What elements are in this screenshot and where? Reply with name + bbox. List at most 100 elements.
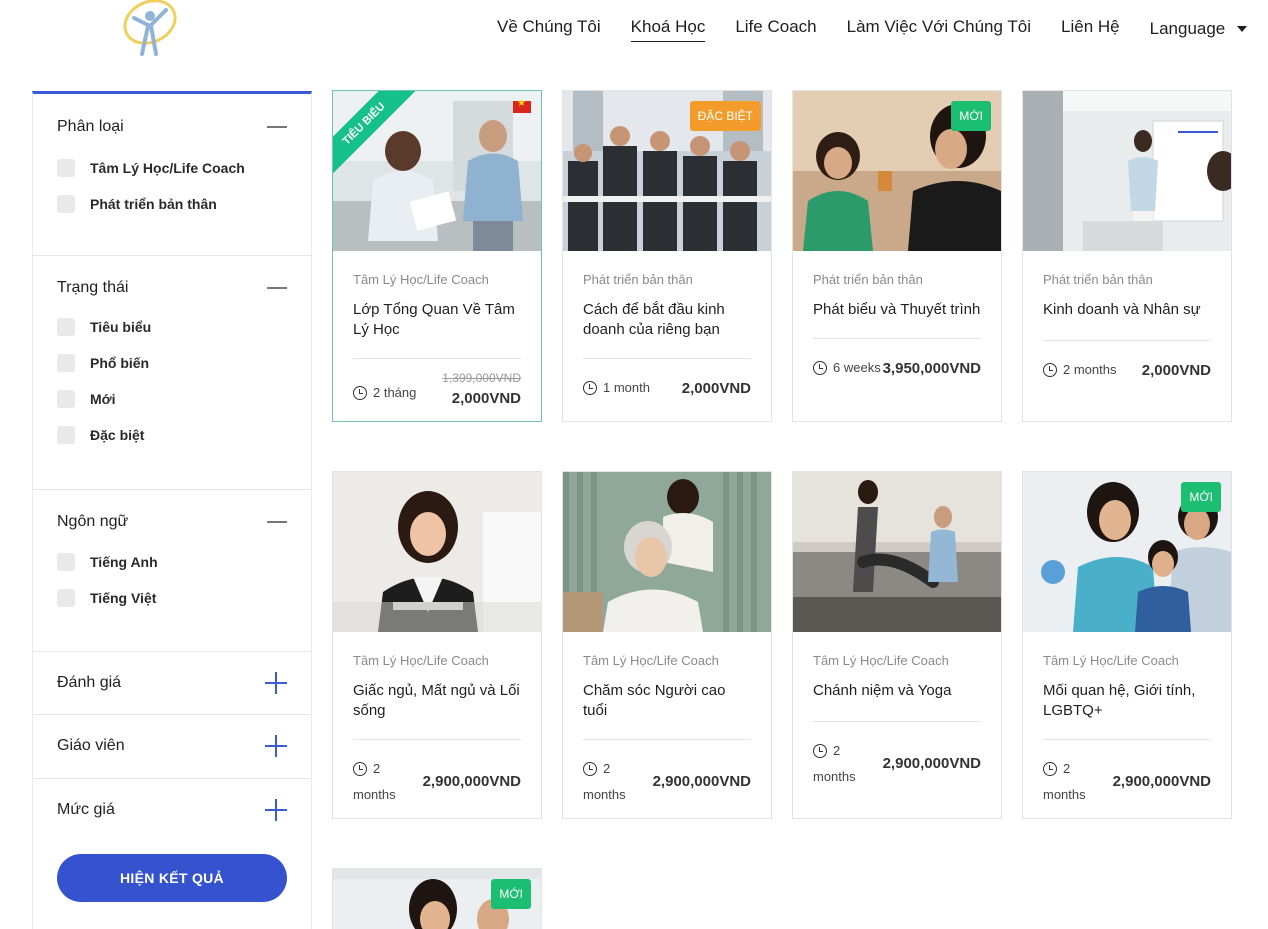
checkbox[interactable] xyxy=(57,553,75,571)
filter-category-title[interactable]: Phân loại xyxy=(57,118,124,136)
clock-icon xyxy=(353,386,367,400)
course-image[interactable] xyxy=(333,472,541,632)
course-price: 2,900,000VND xyxy=(652,773,751,790)
collapse-minus-icon[interactable] xyxy=(267,287,287,289)
filter-option[interactable]: Mới xyxy=(57,381,151,417)
course-duration-unit: months xyxy=(813,769,856,784)
nav-life-coach[interactable]: Life Coach xyxy=(735,16,816,42)
checkbox[interactable] xyxy=(57,195,75,213)
language-dropdown[interactable]: Language xyxy=(1150,16,1248,42)
checkbox[interactable] xyxy=(57,354,75,372)
course-card[interactable]: Tâm Lý Học/Life Coach Giấc ngủ, Mất ngủ … xyxy=(332,471,542,819)
course-card[interactable]: MỚI xyxy=(332,868,542,929)
course-duration: 2 tháng xyxy=(373,385,417,400)
expand-plus-icon[interactable] xyxy=(265,735,287,757)
card-body: Phát triển bản thân Cách để bắt đầu kinh… xyxy=(563,272,771,417)
course-image[interactable] xyxy=(793,472,1001,632)
show-results-button[interactable]: HIỆN KẾT QUẢ xyxy=(57,854,287,902)
course-image[interactable] xyxy=(563,472,771,632)
filter-sidebar: Phân loại Tâm Lý Học/Life Coach Phát tri… xyxy=(32,91,312,929)
course-title[interactable]: Chánh niệm và Yoga xyxy=(813,681,981,701)
card-body: Phát triển bản thân Kinh doanh và Nhân s… xyxy=(1023,272,1231,399)
card-footer: 2 months 2,000VND xyxy=(1043,341,1211,399)
filter-price[interactable]: Mức giá xyxy=(33,779,311,839)
filter-language-title[interactable]: Ngôn ngữ xyxy=(57,513,128,531)
filter-option[interactable]: Phổ biến xyxy=(57,345,151,381)
course-price: 2,900,000VND xyxy=(1112,773,1211,790)
course-title[interactable]: Mối quan hệ, Giới tính, LGBTQ+ xyxy=(1043,681,1211,721)
course-old-price: 1,399,000VND xyxy=(442,371,521,385)
filter-option[interactable]: Phát triển bản thân xyxy=(57,186,245,222)
checkbox[interactable] xyxy=(57,318,75,336)
card-footer: 2 tháng 1,399,000VND 2,000VND xyxy=(353,359,521,417)
nav-contact[interactable]: Liên Hệ xyxy=(1061,16,1120,42)
course-duration-number: 2 xyxy=(1063,761,1071,776)
course-image[interactable]: MỚI xyxy=(793,91,1001,251)
course-image[interactable]: MỚI xyxy=(1023,472,1231,632)
filter-teacher-title: Giáo viên xyxy=(57,737,125,754)
site-header: Về Chúng Tôi Khoá Học Life Coach Làm Việ… xyxy=(0,0,1268,60)
checkbox[interactable] xyxy=(57,589,75,607)
course-card[interactable]: Tâm Lý Học/Life Coach Chánh niệm và Yoga… xyxy=(792,471,1002,819)
course-card[interactable]: MỚI Tâm Lý Học/Life Coach Mối quan hệ, G… xyxy=(1022,471,1232,819)
course-title[interactable]: Chăm sóc Người cao tuổi xyxy=(583,681,751,721)
clock-icon xyxy=(353,762,367,776)
course-card[interactable]: TIÊU BIỂU Tâm Lý Học/Life Coach Lớp Tổng… xyxy=(332,90,542,422)
course-category: Phát triển bản thân xyxy=(813,272,923,287)
filter-option[interactable]: Tiếng Việt xyxy=(57,580,158,616)
course-duration: 6 weeks xyxy=(833,360,881,375)
clock-icon xyxy=(583,762,597,776)
expand-plus-icon[interactable] xyxy=(265,799,287,821)
filter-option[interactable]: Tiếng Anh xyxy=(57,544,158,580)
course-title[interactable]: Phát biểu và Thuyết trình xyxy=(813,300,981,320)
checkbox[interactable] xyxy=(57,390,75,408)
course-image[interactable]: MỚI xyxy=(333,869,541,929)
course-category: Phát triển bản thân xyxy=(1043,272,1153,287)
course-price: 2,900,000VND xyxy=(882,755,981,772)
clock-icon xyxy=(583,381,597,395)
clock-icon xyxy=(1043,762,1057,776)
expand-plus-icon[interactable] xyxy=(265,672,287,694)
filter-option[interactable]: Tâm Lý Học/Life Coach xyxy=(57,150,245,186)
card-footer: 1 month 2,000VND xyxy=(583,359,751,417)
course-card[interactable]: Tâm Lý Học/Life Coach Chăm sóc Người cao… xyxy=(562,471,772,819)
filter-option[interactable]: Đặc biệt xyxy=(57,417,151,453)
checkbox[interactable] xyxy=(57,426,75,444)
caret-down-icon xyxy=(1237,26,1248,32)
filter-option[interactable]: Tiêu biểu xyxy=(57,309,151,345)
card-footer: 2 months 2,900,000VND xyxy=(353,740,521,810)
course-duration-number: 2 xyxy=(833,743,841,758)
clock-icon xyxy=(813,744,827,758)
card-body: Tâm Lý Học/Life Coach Chăm sóc Người cao… xyxy=(563,653,771,810)
course-image[interactable]: ĐẶC BIỆT xyxy=(563,91,771,251)
collapse-minus-icon[interactable] xyxy=(267,126,287,128)
course-title[interactable]: Kinh doanh và Nhân sự xyxy=(1043,300,1211,320)
course-card[interactable]: Phát triển bản thân Kinh doanh và Nhân s… xyxy=(1022,90,1232,422)
new-badge: MỚI xyxy=(1181,482,1221,512)
card-body: Tâm Lý Học/Life Coach Giấc ngủ, Mất ngủ … xyxy=(333,653,541,810)
course-duration-number: 2 xyxy=(603,761,611,776)
new-badge: MỚI xyxy=(951,101,991,131)
course-duration: 1 month xyxy=(603,380,650,395)
nav-work-with-us[interactable]: Làm Việc Với Chúng Tôi xyxy=(847,16,1031,42)
card-footer: 6 weeks 3,950,000VND xyxy=(813,339,981,397)
course-card[interactable]: ĐẶC BIỆT Phát triển bản thân Cách để bắt… xyxy=(562,90,772,422)
checkbox[interactable] xyxy=(57,159,75,177)
course-title[interactable]: Cách để bắt đầu kinh doanh của riêng bạn xyxy=(583,300,751,340)
course-title[interactable]: Lớp Tổng Quan Về Tâm Lý Học xyxy=(353,300,521,340)
site-logo[interactable] xyxy=(120,0,180,58)
course-card[interactable]: MỚI Phát triển bản thân Phát biểu và Thu… xyxy=(792,90,1002,422)
course-title[interactable]: Giấc ngủ, Mất ngủ và Lối sống xyxy=(353,681,521,721)
collapse-minus-icon[interactable] xyxy=(267,521,287,523)
filter-teacher[interactable]: Giáo viên xyxy=(33,715,311,779)
filter-rating[interactable]: Đánh giá xyxy=(33,652,311,715)
course-image[interactable]: TIÊU BIỂU xyxy=(333,91,541,251)
course-category: Tâm Lý Học/Life Coach xyxy=(1043,653,1179,668)
nav-about[interactable]: Về Chúng Tôi xyxy=(497,16,601,42)
nav-courses[interactable]: Khoá Học xyxy=(630,16,706,42)
language-label: Language xyxy=(1149,19,1226,38)
course-duration: 2 months xyxy=(1063,362,1117,377)
filter-status-title[interactable]: Trạng thái xyxy=(57,279,128,297)
course-image[interactable] xyxy=(1023,91,1231,251)
card-body: Tâm Lý Học/Life Coach Mối quan hệ, Giới … xyxy=(1023,653,1231,810)
